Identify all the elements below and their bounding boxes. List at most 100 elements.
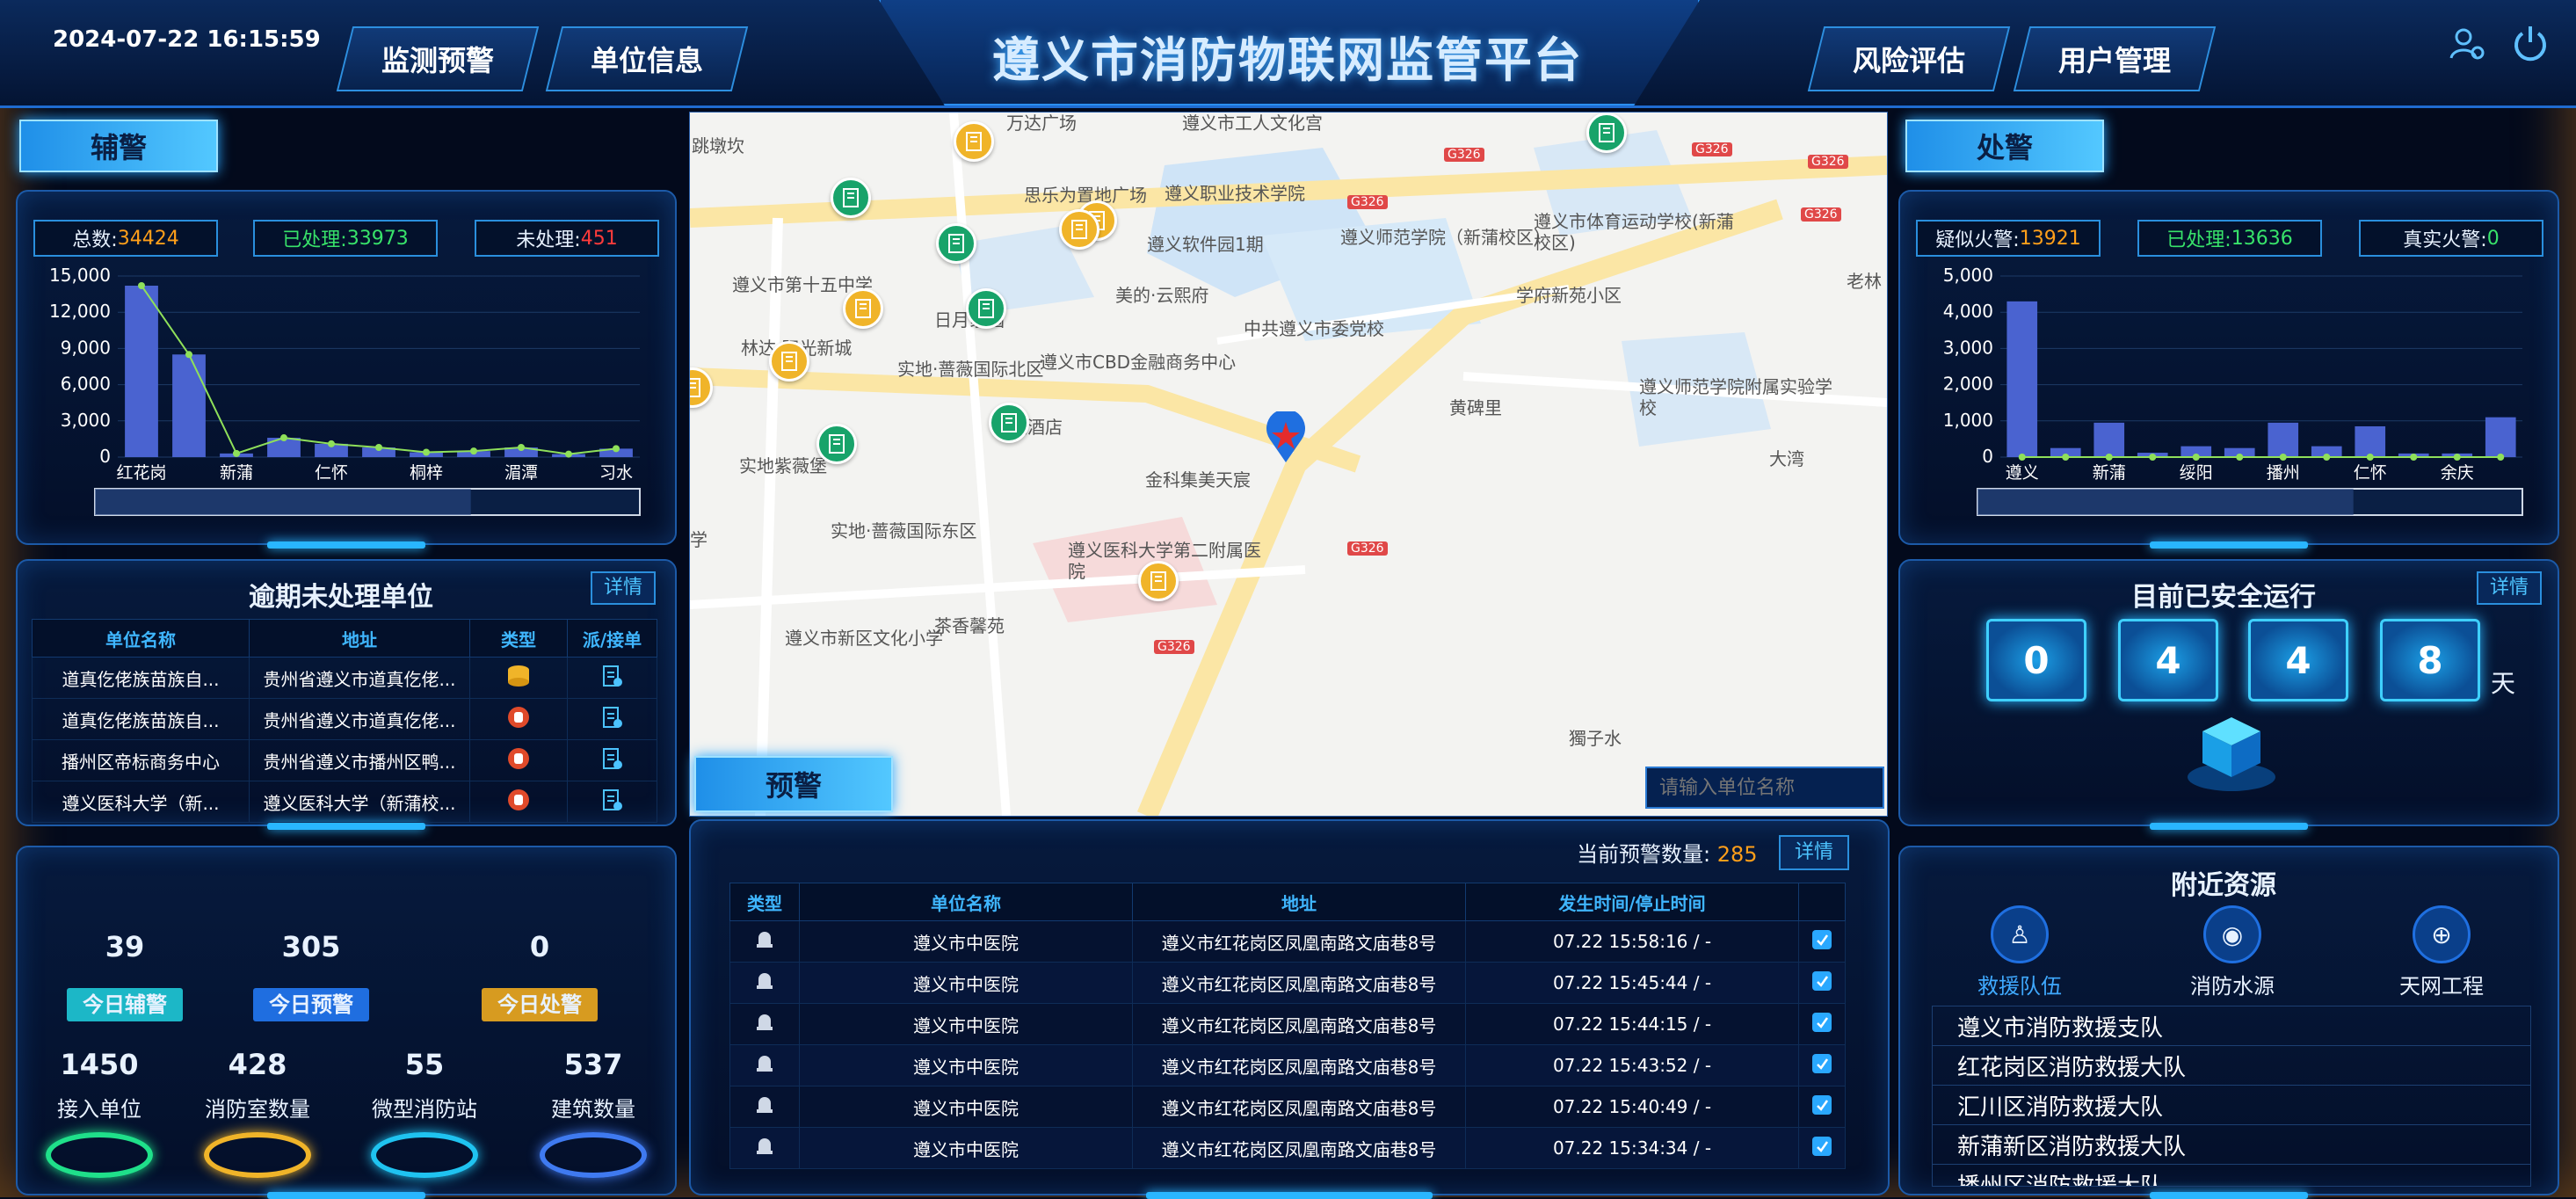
y-tick-label: 9,000 [61,337,111,358]
table-row[interactable]: 遵义市中医院 遵义市红花岗区凤凰南路文庙巷8号 07.22 15:40:49 / - [729,1086,1846,1128]
col-type: 类型 [729,883,800,921]
table-row[interactable]: 遵义市中医院 遵义市红花岗区凤凰南路文庙巷8号 07.22 15:44:15 / - [729,1003,1846,1045]
count-value: 537 [563,1048,623,1081]
alarm-bell-icon [753,1014,776,1038]
tab-fire-water-source[interactable]: ◉ 消防水源 [2166,905,2299,999]
map-building-pin-icon[interactable] [966,288,1006,329]
map-building-pin-icon[interactable] [1138,561,1179,601]
table-row[interactable]: 遵义市中医院 遵义市红花岗区凤凰南路文庙巷8号 07.22 15:58:16 / - [729,920,1846,963]
cell-action[interactable] [1798,920,1846,963]
cell-action[interactable] [1798,1044,1846,1086]
cell-unit-name: 道真仡佬族苗族自... [32,657,250,699]
cell-dispatch[interactable] [567,739,657,781]
trend-point [2453,454,2461,461]
view-detail-icon[interactable] [1810,1012,1833,1038]
map-building-pin-icon[interactable] [769,341,809,382]
map-building-pin-icon[interactable] [690,367,713,408]
map-building-pin-icon[interactable] [1586,113,1627,153]
count-value: 1450 [60,1048,139,1081]
resource-list-item[interactable]: 新蒲新区消防救援大队 [1933,1125,2530,1165]
tab-skynet-project[interactable]: ⊕ 天网工程 [2375,905,2508,999]
overdue-detail-button[interactable]: 详情 [591,571,656,605]
map-place-label: 美的·云熙府 [1115,285,1209,306]
x-tick-label: 新蒲 [2093,463,2126,483]
cell-unit-name: 遵义市中医院 [799,1086,1133,1128]
nav-unit-info[interactable]: 单位信息 [545,26,749,91]
trend-point [2279,454,2287,461]
safe-run-digit: 8 [2380,619,2480,701]
table-row[interactable]: 道真仡佬族苗族自... 贵州省遵义市道真仡佬... [32,698,657,740]
table-row[interactable]: 遵义医科大学（新... 遵义医科大学（新蒲校... [32,781,657,823]
zoom-slider-selection [95,489,471,515]
cell-dispatch[interactable] [567,781,657,823]
road-badge: G326 [1801,207,1841,222]
cell-action[interactable] [1798,1086,1846,1128]
table-row[interactable]: 遵义市中医院 遵义市红花岗区凤凰南路文庙巷8号 07.22 15:43:52 / - [729,1044,1846,1086]
map-building-pin-icon[interactable] [989,403,1029,443]
nav-risk-assessment[interactable]: 风险评估 [1807,26,2011,91]
stat-unhandled: 未处理: 451 [475,220,659,257]
dispatch-doc-icon[interactable] [602,788,623,816]
user-settings-icon[interactable] [2448,25,2486,63]
map-building-pin-icon[interactable] [954,121,994,162]
cell-address: 贵州省遵义市播州区鸭... [249,739,470,781]
map-building-pin-icon[interactable] [831,178,871,218]
map-place-label: 遵义师范学院（新蒲校区） [1340,227,1551,248]
tab-rescue-team[interactable]: ♙ 救援队伍 [1953,905,2086,999]
nav-monitoring-warning[interactable]: 监测预警 [336,26,540,91]
table-row[interactable]: 遵义市中医院 遵义市红花岗区凤凰南路文庙巷8号 07.22 15:34:34 / - [729,1127,1846,1169]
safe-run-detail-button[interactable]: 详情 [2477,571,2542,605]
warning-detail-button[interactable]: 详情 [1779,835,1849,870]
cell-dispatch[interactable] [567,698,657,740]
x-tick-label: 遵义 [2006,463,2039,483]
bar [125,285,158,457]
map-place-label: 遵义职业技术学院 [1165,183,1305,204]
resource-list-item[interactable]: 遵义市消防救援支队 [1933,1006,2530,1046]
trend-point [233,449,240,457]
section-title-dispatch: 处警 [1905,120,2104,172]
map-place-label: 实地紫薇堡 [739,455,827,476]
view-detail-icon[interactable] [1810,1136,1833,1162]
map-unit-search-input[interactable] [1645,767,1884,809]
stat-total: 总数: 34424 [33,220,218,257]
map-location-pin-icon[interactable] [1263,409,1309,464]
trend-point [185,351,192,359]
map-building-pin-icon[interactable] [936,223,976,264]
table-row[interactable]: 遵义市中医院 遵义市红花岗区凤凰南路文庙巷8号 07.22 15:45:44 / - [729,962,1846,1004]
map-view[interactable]: 万达广场 遵义市工人文化宫 跳墩坎 思乐为置地广场 遵义职业技术学院 遵义师范学院（新蒲校… [689,112,1888,817]
trend-point [328,440,335,447]
power-icon[interactable] [2510,23,2551,63]
safe-run-digit: 0 [1986,619,2086,701]
map-building-pin-icon[interactable] [816,424,857,464]
view-detail-icon[interactable] [1810,970,1833,997]
map-place-label: 遵义市工人文化宫 [1182,113,1323,134]
nav-user-management[interactable]: 用户管理 [2013,26,2217,91]
resource-list-item[interactable]: 汇川区消防救援大队 [1933,1086,2530,1125]
resource-list-item[interactable]: 播州区消防救援大队 [1933,1165,2530,1187]
water-source-icon: ◉ [2203,905,2261,963]
dispatch-doc-icon[interactable] [602,706,623,733]
trend-point [2410,454,2418,461]
cell-action[interactable] [1798,1003,1846,1045]
map-overlay-warning-title: 预警 [694,756,893,812]
cell-action[interactable] [1798,962,1846,1004]
cell-action[interactable] [1798,1127,1846,1169]
cell-address: 贵州省遵义市道真仡佬... [249,657,470,699]
today-value: 0 [529,930,550,963]
trend-point [2497,454,2505,461]
trend-point [2236,454,2244,461]
dispatch-doc-icon[interactable] [602,665,623,692]
map-building-pin-icon[interactable] [843,288,883,329]
view-detail-icon[interactable] [1810,1053,1833,1079]
alarm-bell-icon [753,1137,776,1162]
cell-time: 07.22 15:58:16 / - [1465,920,1799,963]
col-address: 地址 [249,619,470,658]
resource-list-item[interactable]: 红花岗区消防救援大队 [1933,1046,2530,1086]
view-detail-icon[interactable] [1810,929,1833,956]
table-row[interactable]: 播州区帝标商务中心 贵州省遵义市播州区鸭... [32,739,657,781]
map-building-pin-icon[interactable] [1059,209,1099,250]
view-detail-icon[interactable] [1810,1094,1833,1121]
dispatch-doc-icon[interactable] [602,747,623,774]
cell-dispatch[interactable] [567,657,657,699]
table-row[interactable]: 道真仡佬族苗族自... 贵州省遵义市道真仡佬... [32,657,657,699]
